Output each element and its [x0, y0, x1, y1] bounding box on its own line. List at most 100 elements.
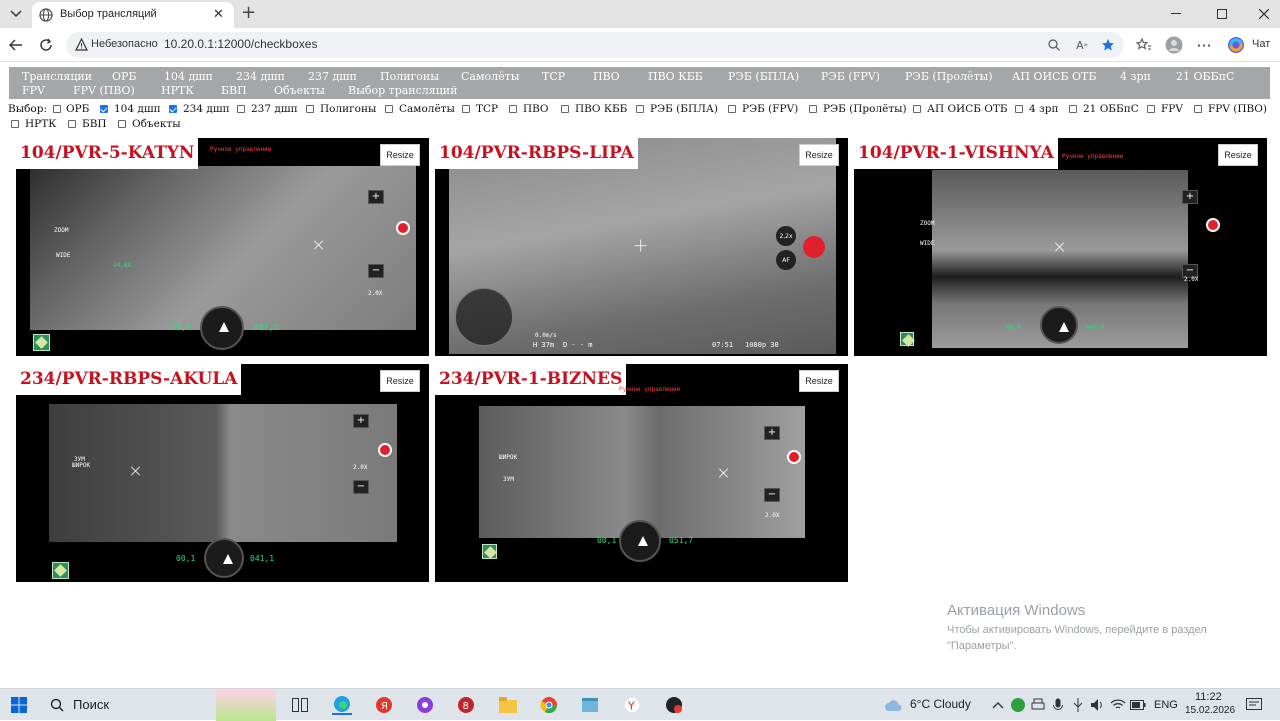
resize-button[interactable]: Resize — [799, 370, 839, 392]
url-field[interactable]: Небезопасно 10.20.0.1:12000/checkboxes A… — [66, 32, 1124, 58]
notifications-icon[interactable] — [1244, 695, 1264, 715]
show-hidden-icons[interactable] — [988, 695, 1008, 715]
checkbox-bvp[interactable] — [68, 120, 76, 128]
checkbox-fpv[interactable] — [1147, 105, 1155, 113]
printer-icon[interactable] — [1028, 695, 1048, 715]
nav-link-237[interactable]: 237 дшп — [308, 70, 357, 83]
checkbox-pvo-kbb[interactable] — [561, 105, 569, 113]
checkbox-pvo[interactable] — [509, 105, 517, 113]
microphone-icon[interactable] — [1048, 695, 1068, 715]
checkbox-21obbps[interactable] — [1069, 105, 1077, 113]
checkbox-polygons[interactable] — [306, 105, 314, 113]
favorite-star-icon[interactable] — [1100, 37, 1116, 53]
resize-button[interactable]: Resize — [380, 144, 420, 166]
nav-link-reb-flights[interactable]: РЭБ (Пролёты) — [905, 70, 993, 83]
nav-link-4zrp[interactable]: 4 зрп — [1120, 70, 1151, 83]
checkbox-reb-bpla[interactable] — [636, 105, 644, 113]
yandex-icon[interactable]: Y — [622, 695, 642, 715]
nav-link-orb[interactable]: ОРБ — [112, 70, 137, 83]
clock-time[interactable]: 11:22 — [1195, 691, 1222, 703]
new-tab-button[interactable]: + — [241, 4, 256, 22]
record-button[interactable] — [396, 221, 410, 235]
checkbox-ap-oisb[interactable] — [913, 105, 921, 113]
nav-link-objects[interactable]: Объекты — [274, 84, 325, 97]
copilot-icon[interactable] — [1226, 36, 1246, 54]
nav-link-reb-fpv[interactable]: РЭБ (FPV) — [821, 70, 880, 83]
reload-icon[interactable] — [36, 36, 56, 54]
nav-link-21obbps[interactable]: 21 ОББпС — [1176, 70, 1234, 83]
checkbox-reb-fpv[interactable] — [728, 105, 736, 113]
usb-icon[interactable] — [1068, 695, 1088, 715]
nav-link-fpv[interactable]: FPV — [22, 84, 45, 97]
video-feed[interactable]: 104/PVR-1-VISHNYA Resize Ручное управлен… — [854, 138, 1267, 356]
minimize-icon[interactable] — [1166, 4, 1186, 24]
cloud-weather-icon[interactable] — [884, 695, 904, 715]
zoom-control[interactable]: + − — [1182, 190, 1198, 300]
taskbar-search[interactable]: Поиск — [44, 693, 214, 717]
browser-tab[interactable]: Выбор трансляций ✕ — [32, 2, 234, 28]
favorites-icon[interactable] — [1134, 36, 1154, 54]
zoom-control[interactable]: + − — [368, 190, 384, 300]
checkbox-fpv-pvo[interactable] — [1194, 105, 1202, 113]
more-menu-icon[interactable]: ··· — [1194, 36, 1214, 55]
checkbox-4zrp[interactable] — [1015, 105, 1023, 113]
video-feed[interactable]: 234/PVR-RBPS-AKULA Resize ЗУМ ШИРОК + − 2… — [16, 364, 429, 582]
nav-link-reb-bpla[interactable]: РЭБ (БПЛА) — [728, 70, 799, 83]
app-8-icon[interactable]: 8 — [456, 695, 476, 715]
checkbox-aircraft[interactable] — [385, 105, 393, 113]
edge-icon[interactable] — [332, 695, 352, 715]
chrome-icon[interactable] — [539, 695, 559, 715]
back-icon[interactable] — [6, 36, 26, 54]
windows-start-icon[interactable] — [9, 695, 29, 715]
app-window-icon[interactable] — [580, 695, 600, 715]
nav-link-tsr[interactable]: ТСР — [542, 70, 565, 83]
resize-button[interactable]: Resize — [380, 370, 420, 392]
nav-link-104[interactable]: 104 дшп — [164, 70, 213, 83]
checkbox-104[interactable] — [100, 105, 108, 113]
weather-text[interactable]: 6°C Cloudy — [910, 697, 971, 711]
tab-list-button[interactable] — [6, 5, 26, 23]
resize-button[interactable]: Resize — [1218, 144, 1258, 166]
nav-link-bvp[interactable]: БВП — [221, 84, 247, 97]
checkbox-nrtk[interactable] — [11, 120, 19, 128]
zoom-search-icon[interactable] — [1046, 37, 1062, 53]
task-view-icon[interactable] — [290, 695, 310, 715]
autofocus-button[interactable]: AF — [776, 250, 796, 270]
battery-icon[interactable] — [1128, 695, 1148, 715]
record-button[interactable] — [787, 450, 801, 464]
nav-link-pvo-kbb[interactable]: ПВО КББ — [648, 70, 703, 83]
read-aloud-icon[interactable]: A» — [1074, 37, 1090, 53]
checkbox-234[interactable] — [169, 105, 177, 113]
nav-link-select-translations[interactable]: Выбор трансляций — [348, 84, 457, 97]
video-feed[interactable]: 104/PVR-RBPS-LIPA Resize 2,2x AF H 37m D… — [435, 138, 848, 356]
checkbox-orb[interactable] — [53, 105, 61, 113]
shield-icon[interactable] — [1008, 695, 1028, 715]
file-explorer-icon[interactable] — [498, 695, 518, 715]
language-indicator[interactable]: ENG — [1154, 699, 1178, 711]
close-window-icon[interactable] — [1254, 4, 1274, 24]
checkbox-237[interactable] — [237, 105, 245, 113]
checkbox-reb-flights[interactable] — [809, 105, 817, 113]
copilot-label[interactable]: Чат — [1252, 38, 1270, 50]
record-button[interactable] — [1206, 218, 1220, 232]
nav-link-234[interactable]: 234 дшп — [236, 70, 285, 83]
video-feed[interactable]: 104/PVR-5-KATYN Resize Ручное управление… — [16, 138, 429, 356]
yandex-browser-icon[interactable]: Я — [374, 695, 394, 715]
clock-date[interactable]: 15.02.2026 — [1185, 705, 1235, 716]
video-feed[interactable]: 234/PVR-1-BIZNES Resize Ручное управлени… — [435, 364, 848, 582]
zoom-level-button[interactable]: 2,2x — [776, 226, 796, 246]
maximize-icon[interactable] — [1212, 4, 1232, 24]
nav-link-ap-oisb[interactable]: АП ОИСБ ОТБ — [1012, 70, 1096, 83]
nav-link-polygons[interactable]: Полигоны — [380, 70, 439, 83]
app-circle-icon[interactable] — [664, 695, 684, 715]
volume-icon[interactable] — [1088, 695, 1108, 715]
checkbox-tsr[interactable] — [462, 105, 470, 113]
resize-button[interactable]: Resize — [799, 144, 839, 166]
profile-avatar-icon[interactable] — [1164, 36, 1184, 54]
zoom-control[interactable]: + − — [764, 426, 780, 536]
nav-link-aircraft[interactable]: Самолёты — [461, 70, 520, 83]
close-tab-icon[interactable]: ✕ — [213, 8, 224, 21]
nav-link-fpv-pvo[interactable]: FPV (ПВО) — [73, 84, 135, 97]
record-button[interactable] — [803, 236, 825, 258]
checkbox-objects[interactable] — [118, 120, 126, 128]
